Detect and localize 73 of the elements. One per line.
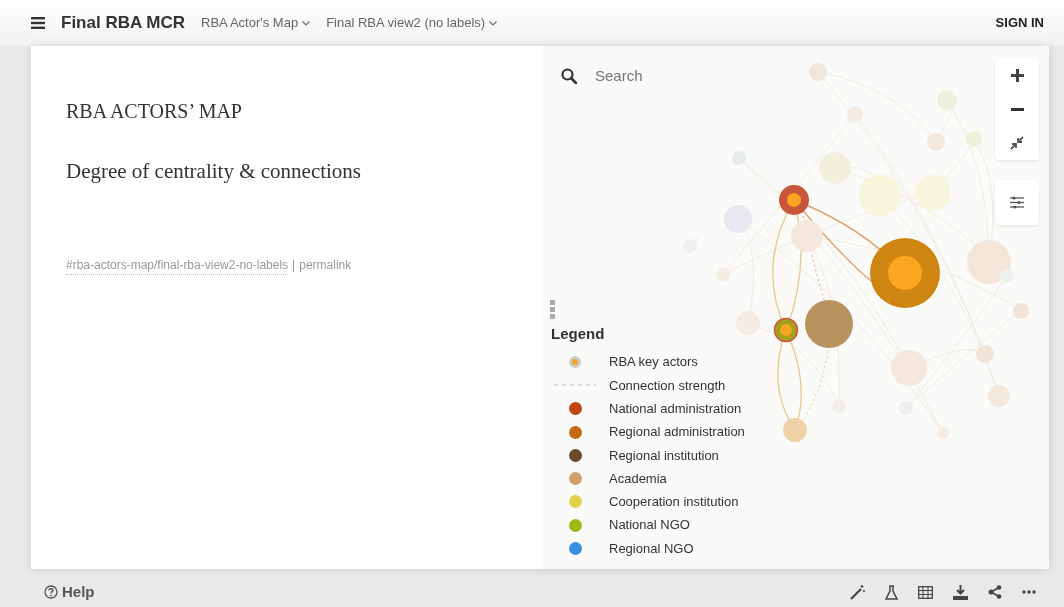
- permalink-link[interactable]: permalink: [299, 255, 352, 275]
- question-icon: [44, 585, 58, 599]
- network-node[interactable]: [773, 317, 799, 343]
- network-node[interactable]: [832, 399, 846, 413]
- legend-label: Regional administration: [609, 423, 745, 442]
- legend-label: National administration: [609, 400, 742, 418]
- share-button[interactable]: [988, 585, 1002, 599]
- network-node[interactable]: [791, 220, 823, 252]
- network-node[interactable]: [966, 131, 982, 147]
- download-icon: [953, 584, 968, 600]
- legend-label: Cooperation institution: [609, 493, 739, 512]
- chevron-down-icon: [302, 20, 311, 26]
- help-button[interactable]: Help: [44, 580, 95, 604]
- network-node[interactable]: [937, 90, 957, 110]
- network-node[interactable]: [976, 345, 994, 363]
- key-actor-icon: [569, 356, 581, 369]
- network-node[interactable]: [732, 151, 746, 165]
- network-node[interactable]: [927, 133, 945, 151]
- legend-label: National NGO: [609, 516, 690, 535]
- magic-wand-icon: [850, 584, 865, 600]
- app-title: Final RBA MCR: [61, 12, 186, 35]
- story-title: RBA ACTORS’ MAP: [66, 99, 243, 124]
- network-node[interactable]: [779, 185, 809, 215]
- network-node[interactable]: [1013, 303, 1029, 319]
- magic-wand-button[interactable]: [850, 584, 865, 600]
- more-button[interactable]: [1022, 590, 1036, 594]
- story-subtitle: Degree of centrality & connections: [66, 158, 363, 185]
- network-node[interactable]: [1000, 269, 1014, 283]
- network-node[interactable]: [724, 205, 752, 233]
- table-button[interactable]: [918, 585, 933, 599]
- chevron-down-icon: [489, 20, 498, 26]
- flask-button[interactable]: [885, 584, 898, 600]
- legend-label: Regional NGO: [609, 539, 694, 558]
- network-node[interactable]: [915, 175, 951, 211]
- view-dropdown[interactable]: RBA Actor's Map: [201, 13, 311, 33]
- network-node[interactable]: [736, 311, 760, 335]
- search-field[interactable]: Search: [593, 64, 773, 89]
- network-node[interactable]: [988, 385, 1010, 407]
- network-node[interactable]: [899, 401, 913, 415]
- drag-handle-icon[interactable]: [550, 300, 555, 320]
- download-button[interactable]: [953, 584, 968, 600]
- collapse-arrows-icon: [1010, 136, 1024, 150]
- network-node[interactable]: [783, 418, 807, 442]
- legend-label: Regional institution: [609, 446, 719, 465]
- table-icon: [918, 585, 933, 599]
- network-node[interactable]: [859, 174, 901, 216]
- network-node[interactable]: [805, 300, 853, 348]
- network-node[interactable]: [847, 106, 863, 122]
- legend-label: Connection strength: [609, 376, 726, 395]
- network-node[interactable]: [819, 152, 851, 184]
- share-icon: [988, 585, 1002, 599]
- anchor-link[interactable]: #rba-actors-map/final-rba-view2-no-labels: [66, 255, 289, 275]
- flask-icon: [885, 584, 898, 600]
- menu-icon[interactable]: [31, 17, 45, 29]
- dashed-line-icon: [554, 384, 596, 387]
- network-node[interactable]: [683, 239, 697, 253]
- legend-title: Legend: [551, 324, 605, 344]
- separator: |: [292, 256, 296, 274]
- network-node[interactable]: [716, 267, 730, 281]
- sign-in-button[interactable]: SIGN IN: [989, 12, 1050, 34]
- legend-label: RBA key actors: [609, 353, 698, 372]
- view-dropdown[interactable]: Final RBA view2 (no labels): [326, 13, 498, 33]
- minus-icon: [1010, 107, 1024, 111]
- network-node[interactable]: [937, 427, 949, 439]
- sliders-icon: [1010, 196, 1024, 209]
- search-icon[interactable]: [561, 68, 577, 85]
- network-node[interactable]: [891, 350, 927, 386]
- network-node[interactable]: [809, 63, 827, 81]
- plus-icon: [1010, 68, 1024, 82]
- more-icon: [1022, 590, 1036, 594]
- network-node[interactable]: [967, 240, 1011, 284]
- network-node[interactable]: [870, 238, 940, 308]
- legend-label: Academia: [609, 469, 667, 488]
